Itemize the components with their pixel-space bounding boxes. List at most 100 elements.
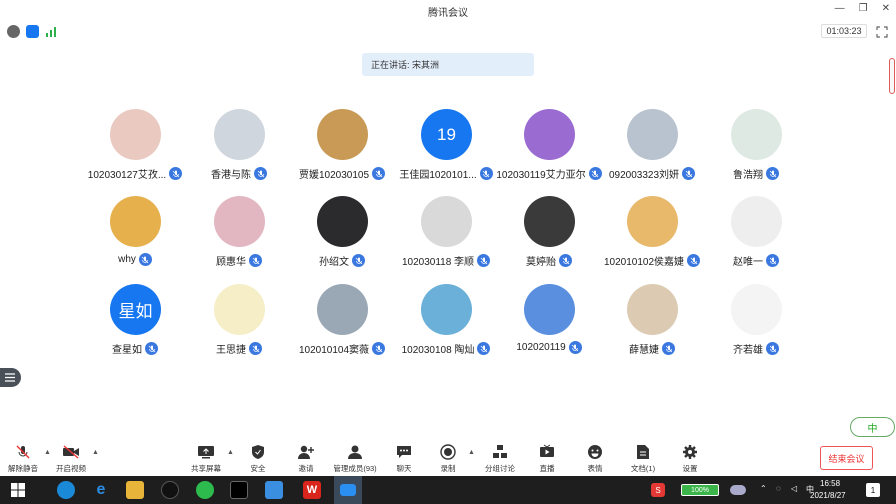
manage-members-button[interactable]: 管理成员(93) [327,443,383,475]
chat-label: 聊天 [396,464,412,473]
participant-tile[interactable]: 鲁浩翔 [701,109,811,189]
start-video-button[interactable]: 开启视频 [43,443,99,475]
participant-name-row: 齐若雄 [701,341,811,356]
end-meeting-button[interactable]: 结束会议 [820,446,873,470]
mic-icon [682,167,696,180]
participant-tile[interactable]: 王思捷 [184,284,294,364]
scrollbar[interactable] [889,58,895,94]
clock-date[interactable]: 2021/8/27 [810,491,846,500]
participant-name: 香港与陈 [211,170,251,181]
participant-tile[interactable]: 星如 查星如 [80,284,190,364]
volume-icon[interactable]: ◁ [791,484,797,493]
chat-icon [395,443,413,461]
mic-icon [766,254,779,267]
participant-tile[interactable]: 顾惠华 [184,196,294,276]
mic-icon [477,342,491,355]
participant-name: 102030108 陶灿 [401,345,475,356]
baidu-netdisk-icon[interactable] [265,481,283,499]
record-label: 录制 [440,464,456,473]
participant-tile[interactable]: 孙绍文 [287,196,397,276]
participant-tile[interactable]: 102030119艾力亚尔 [494,109,604,189]
participant-avatar [524,109,575,160]
participant-name: 王佳园1020101... [399,170,477,181]
participant-tile[interactable]: 薛慧婕 [597,284,707,364]
participant-name: 102030119艾力亚尔 [496,170,586,181]
emoji-icon [586,443,604,461]
record-button[interactable]: 录制 [420,443,476,475]
cloud-icon[interactable] [730,485,746,495]
minimize-icon[interactable]: — [835,3,845,14]
wechat-icon[interactable] [196,481,214,499]
settings-button[interactable]: 设置 [662,443,718,475]
participant-avatar [421,196,472,247]
breakout-icon [491,443,509,461]
tray-expand-icon[interactable]: ⌃ [760,484,767,493]
windows-taskbar: e W S 100% ⌃ ◌ ◁ 中 16:58 2021/8/27 1 [0,476,896,504]
participant-name-row: 香港与陈 [184,166,294,181]
signal-icon[interactable] [45,25,58,38]
participant-tile[interactable]: 莫婷贻 [494,196,604,276]
participant-name-row: 王思捷 [184,341,294,356]
participant-tile[interactable]: 092003323刘妍 [597,109,707,189]
participant-tile[interactable]: 贾媛102030105 [287,109,397,189]
participant-tile[interactable]: 齐若雄 [701,284,811,364]
sogou-icon[interactable]: S [651,483,665,497]
participant-name-row: 102030118 李顺 [391,253,501,268]
start-video-label: 开启视频 [56,464,86,473]
wps-icon[interactable]: W [303,481,321,499]
participant-tile[interactable]: 香港与陈 [184,109,294,189]
manage-members-label: 管理成员(93) [333,464,377,473]
qq-icon[interactable] [161,481,179,499]
participant-avatar: 19 [421,109,472,160]
fullscreen-icon[interactable] [876,25,888,38]
participant-tile[interactable]: 19 王佳园1020101... [391,109,501,189]
edge-icon[interactable] [57,481,75,499]
windows-start-icon[interactable] [9,481,27,499]
settings-label: 设置 [682,464,698,473]
participant-name: 鲁浩翔 [733,170,763,181]
ie-icon[interactable]: e [92,481,110,499]
battery-icon[interactable]: 100% [681,484,719,496]
clock-time[interactable]: 16:58 [820,479,840,488]
participant-tile[interactable]: 102030127艾孜... [80,109,190,189]
folder-icon[interactable] [126,481,144,499]
mic-icon [145,342,158,355]
tencent-meeting-taskbar-icon[interactable] [334,476,362,504]
share-screen-label: 共享屏幕 [191,464,221,473]
mic-icon [138,253,152,266]
window-controls: — ❐ ✕ [835,3,890,14]
participant-tile[interactable]: 102030118 李顺 [391,196,501,276]
participant-name-row: 鲁浩翔 [701,166,811,181]
participant-name: 莫婷贻 [526,257,556,268]
battery-level: 100% [691,486,709,494]
mic-icon [477,254,491,267]
video-options-caret[interactable]: ▲ [92,449,99,456]
participant-avatar [214,284,265,335]
participant-avatar [214,196,265,247]
shield-icon[interactable] [26,25,39,38]
participant-name-row: 102010104窦薇 [287,341,397,356]
participant-tile[interactable]: why [80,196,190,276]
input-method-badge[interactable]: 中 [850,417,895,437]
share-screen-button[interactable]: 共享屏幕 [178,443,234,475]
participant-tile[interactable]: 102010102侯嘉婕 [597,196,707,276]
notification-icon[interactable]: 1 [866,483,880,497]
participant-name: 薛慧婕 [629,345,659,356]
participant-name-row: 莫婷贻 [494,253,604,268]
participant-tile[interactable]: 102030108 陶灿 [391,284,501,364]
restore-icon[interactable]: ❐ [859,3,868,14]
invite-button[interactable]: 邀请 [278,443,334,475]
participant-tile[interactable]: 赵唯一 [701,196,811,276]
info-icon[interactable] [7,25,20,38]
participant-name: 孙绍文 [319,257,349,268]
participant-name-row: 102030127艾孜... [80,166,190,181]
emoji-label: 表情 [587,464,603,473]
network-icon[interactable]: ◌ [776,484,781,493]
meeting-toolbar: 解除静音 ▲ 开启视频 ▲ 共享屏幕 ▲ 安全 邀请 管理成员(93) 聊天 录… [0,440,896,476]
side-panel-toggle[interactable] [0,368,21,387]
capcut-icon[interactable] [230,481,248,499]
participant-tile[interactable]: 102010104窦薇 [287,284,397,364]
participant-tile[interactable]: 102020119 [494,284,604,364]
close-icon[interactable]: ✕ [882,3,890,14]
mic-icon [766,342,779,355]
